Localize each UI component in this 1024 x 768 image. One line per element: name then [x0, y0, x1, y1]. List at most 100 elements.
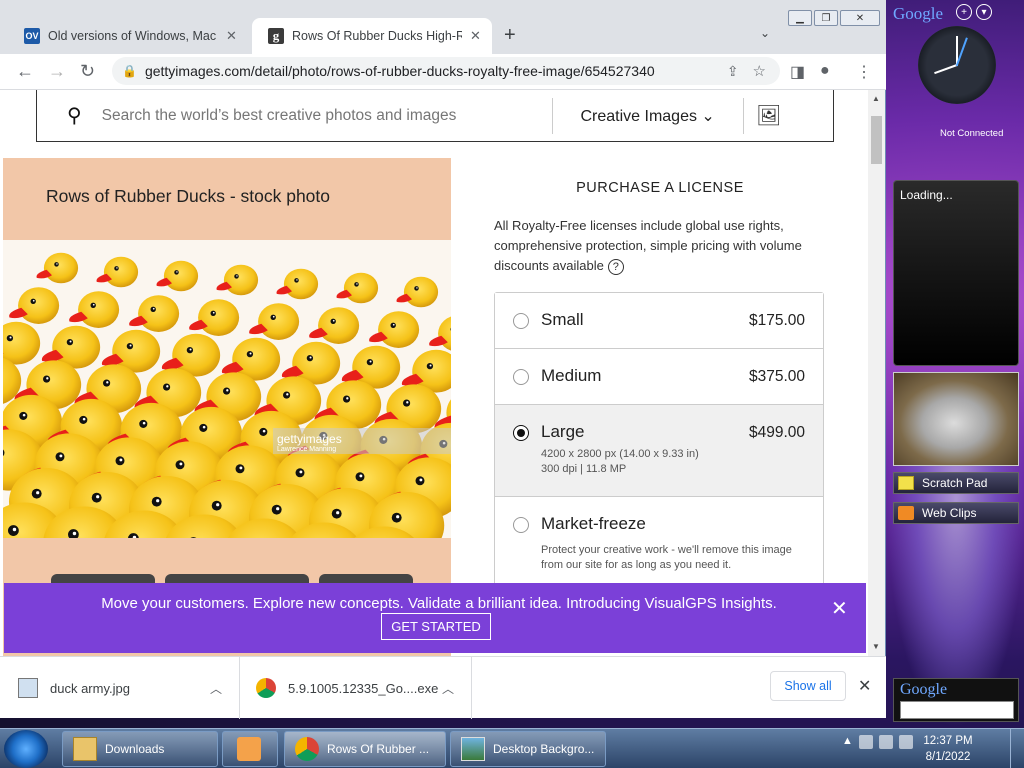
radio-button[interactable]: [513, 369, 529, 385]
profile-avatar-icon[interactable]: ●: [820, 62, 830, 80]
license-option-medium[interactable]: Medium $375.00: [495, 349, 823, 405]
option-name: Large: [541, 422, 585, 441]
tab-rubber-ducks[interactable]: g Rows Of Rubber Ducks High-Res ✕: [252, 18, 492, 54]
license-option-market-freeze[interactable]: Market-freeze Protect your creative work…: [495, 497, 823, 587]
tray-expand-icon[interactable]: ▲: [842, 735, 853, 749]
taskbar-desktop-background[interactable]: Desktop Backgro...: [450, 731, 606, 767]
rubber-ducks-photo[interactable]: gettyimages Lawrence Manning: [3, 240, 451, 538]
download-filename: 5.9.1005.12335_Go....exe: [288, 680, 439, 696]
network-icon[interactable]: [858, 735, 873, 749]
chevron-down-icon: ⌄: [701, 107, 715, 125]
google-logo: Google: [900, 681, 948, 698]
google-search-input[interactable]: [900, 701, 1014, 719]
web-clips-gadget[interactable]: Web Clips: [893, 502, 1019, 524]
downloads-close-icon[interactable]: ✕: [858, 676, 871, 696]
taskbar-date: 8/1/2022: [925, 751, 971, 763]
tab-close-icon[interactable]: ✕: [226, 28, 237, 44]
banner-close-icon[interactable]: ✕: [831, 596, 848, 621]
show-all-button[interactable]: Show all: [770, 671, 846, 701]
option-dimensions: 4200 x 2800 px (14.00 x 9.33 in): [541, 448, 699, 460]
oldversion-favicon-icon: OV: [24, 28, 40, 44]
duck-shape: [3, 321, 41, 365]
sidebar-brand: Google: [893, 4, 944, 23]
tab-strip: OV Old versions of Windows, Mac and ✕ g …: [0, 0, 886, 54]
duck-shape: [96, 256, 139, 288]
radio-button[interactable]: [513, 313, 529, 329]
back-icon[interactable]: ←: [16, 61, 34, 82]
clock-gadget[interactable]: [918, 26, 996, 104]
url-text: gettyimages.com/detail/photo/rows-of-rub…: [144, 63, 655, 79]
reload-icon[interactable]: ↻: [80, 61, 95, 82]
scroll-up-icon[interactable]: ▲: [872, 94, 880, 103]
duck-shape: [309, 307, 360, 344]
chevron-up-icon[interactable]: ︿: [442, 680, 454, 697]
lock-icon[interactable]: 🔒: [122, 64, 137, 78]
folder-icon: [73, 737, 97, 761]
scratch-pad-gadget[interactable]: Scratch Pad: [893, 472, 1019, 494]
scroll-down-icon[interactable]: ▼: [872, 642, 880, 651]
chevron-up-icon[interactable]: ︿: [210, 680, 222, 697]
duck-shape: [189, 299, 240, 336]
taskbar-media-player[interactable]: [222, 731, 278, 767]
license-options: Small $175.00 Medium $375.00 Large $499.…: [494, 292, 824, 588]
desktop-background-icon: [461, 737, 485, 761]
search-icon[interactable]: ⚲: [67, 103, 82, 128]
photo-gadget-koala[interactable]: [893, 372, 1019, 466]
download-filename: duck army.jpg: [50, 680, 130, 696]
getty-favicon-icon: g: [268, 28, 284, 44]
radio-button-selected[interactable]: [513, 425, 529, 441]
google-search-gadget: Google: [893, 678, 1019, 722]
watermark-brand: gettyimages: [277, 432, 342, 446]
license-option-large[interactable]: Large $499.00 4200 x 2800 px (14.00 x 9.…: [495, 405, 823, 497]
taskbar-downloads[interactable]: Downloads: [62, 731, 218, 767]
license-description-text: All Royalty-Free licenses include global…: [494, 218, 802, 273]
feed-gadget[interactable]: Loading...: [893, 180, 1019, 366]
radio-button[interactable]: [513, 517, 529, 533]
chrome-icon: [295, 737, 319, 761]
add-gadget-icon[interactable]: +: [956, 4, 972, 20]
volume-icon[interactable]: [898, 735, 913, 749]
start-button-icon[interactable]: [4, 730, 48, 768]
getty-watermark: gettyimages Lawrence Manning: [273, 428, 451, 454]
address-bar[interactable]: 🔒 gettyimages.com/detail/photo/rows-of-r…: [112, 57, 780, 85]
image-file-icon: [18, 678, 38, 698]
minimize-icon[interactable]: ▁: [788, 10, 812, 26]
window-close-icon[interactable]: ✕: [840, 10, 880, 26]
share-icon[interactable]: ⇪: [727, 63, 739, 80]
forward-icon[interactable]: →: [48, 61, 66, 82]
gadget-label: Web Clips: [922, 506, 977, 520]
duck-shape: [369, 311, 420, 348]
show-desktop-button[interactable]: [1010, 729, 1024, 768]
duck-shape: [249, 303, 300, 340]
get-started-button[interactable]: GET STARTED: [381, 613, 491, 640]
maximize-icon[interactable]: ❐: [814, 10, 838, 26]
category-dropdown[interactable]: Creative Images ⌄: [553, 106, 743, 126]
tab-search-chevron-icon[interactable]: ⌄: [760, 26, 770, 40]
media-player-icon: [237, 737, 261, 761]
bookmark-star-icon[interactable]: ☆: [753, 62, 766, 80]
download-item[interactable]: duck army.jpg ︿: [0, 657, 240, 719]
tab-title: Old versions of Windows, Mac and: [48, 29, 218, 43]
page-content: ⚲ Search the world’s best creative photo…: [0, 90, 868, 656]
option-resolution: 300 dpi | 11.8 MP: [541, 463, 627, 475]
image-search-icon[interactable]: 🖼: [744, 103, 794, 128]
browser-window: OV Old versions of Windows, Mac and ✕ g …: [0, 0, 886, 719]
taskbar-clock[interactable]: 12:37 PM 8/1/2022: [920, 733, 976, 765]
license-option-small[interactable]: Small $175.00: [495, 293, 823, 349]
search-input[interactable]: Search the world’s best creative photos …: [102, 107, 552, 125]
tab-old-versions[interactable]: OV Old versions of Windows, Mac and ✕: [8, 18, 248, 54]
option-name: Medium: [541, 366, 602, 385]
help-icon[interactable]: ?: [607, 258, 624, 275]
tab-close-icon[interactable]: ✕: [470, 28, 481, 44]
scrollbar-thumb[interactable]: [871, 116, 882, 164]
sidebar-menu-icon[interactable]: ▾: [976, 4, 992, 20]
taskbar-chrome[interactable]: Rows Of Rubber ...: [284, 731, 446, 767]
new-tab-icon[interactable]: +: [504, 24, 516, 47]
security-flag-icon[interactable]: [878, 735, 893, 749]
duck-shape: [336, 272, 379, 304]
page-scrollbar[interactable]: ▲ ▼: [868, 90, 885, 656]
download-item[interactable]: 5.9.1005.12335_Go....exe ︿: [240, 657, 472, 719]
menu-kebab-icon[interactable]: ⋮: [856, 62, 872, 82]
duck-shape: [69, 291, 120, 328]
side-panel-icon[interactable]: ◨: [790, 62, 805, 82]
